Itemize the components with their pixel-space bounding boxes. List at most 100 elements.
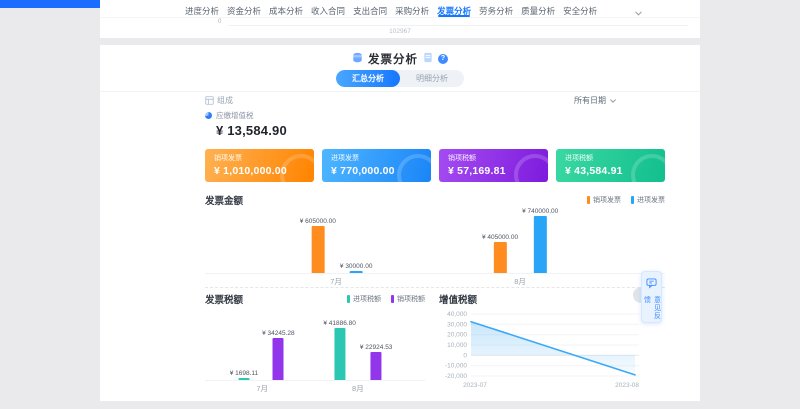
svg-text:-20,000: -20,000 xyxy=(445,373,467,380)
stat-card-value: ¥ 57,169.81 xyxy=(448,165,539,177)
invoice-amount-chart: 发票金额 销项发票进项发票 ¥ 605000.00¥ 30000.007月¥ 4… xyxy=(205,194,665,274)
svg-text:-10,000: -10,000 xyxy=(445,363,467,370)
tab-summary-analysis[interactable]: 汇总分析 xyxy=(336,70,400,87)
bar-value-label: ¥ 405000.00 xyxy=(482,234,518,241)
grid-icon xyxy=(205,96,214,105)
stat-card-label: 进项税额 xyxy=(565,153,656,163)
invoice-amount-plot: ¥ 605000.00¥ 30000.007月¥ 405000.00¥ 7400… xyxy=(205,207,665,274)
invoice-amount-chart-title: 发票金额 xyxy=(205,193,243,207)
legend-label: 销项税额 xyxy=(397,294,425,304)
invoice-amount-legend: 销项发票 进项发票 xyxy=(587,195,665,205)
bar-value-label: ¥ 30000.00 xyxy=(340,263,373,270)
legend-label: 进项发票 xyxy=(637,195,665,205)
invoice-tax-chart: 发票税额 进项税额 销项税额 ¥ 1698.11 ¥ 34245.28 7月 ¥ 418… xyxy=(205,293,425,395)
stat-card-销项税额: 销项税额 ¥ 57,169.81 xyxy=(439,149,548,182)
metric-dot-icon xyxy=(205,112,212,119)
bar-group-8月: ¥ 41886.80¥ 22924.538月 xyxy=(323,320,392,380)
bar-进项税额-8月 xyxy=(334,328,345,380)
invoice-analysis-card: 发票分析 ? 汇总分析 明细分析 组成 所有日期 xyxy=(100,45,700,401)
nav-tab-收入合同[interactable]: 收入合同 xyxy=(311,5,345,17)
tab-detail-analysis[interactable]: 明细分析 xyxy=(400,70,464,87)
stat-card-value: ¥ 770,000.00 xyxy=(331,165,422,177)
title-decor-document-icon xyxy=(423,50,433,68)
view-toggle: 汇总分析 明细分析 xyxy=(336,70,464,87)
top-nav-bar: 进度分析资金分析成本分析收入合同支出合同采购分析发票分析劳务分析质量分析安全分析… xyxy=(100,0,700,38)
nav-tab-发票分析[interactable]: 发票分析 xyxy=(437,5,471,17)
stat-card-进项税额: 进项税额 ¥ 43,584.91 xyxy=(556,149,665,182)
svg-text:20,000: 20,000 xyxy=(447,332,467,339)
bar-group-7月: ¥ 1698.11¥ 34245.287月 xyxy=(230,330,295,381)
stat-card-进项发票: 进项发票 ¥ 770,000.00 xyxy=(322,149,431,182)
bar-column: ¥ 605000.00 xyxy=(300,218,336,273)
chevron-down-icon xyxy=(609,97,617,105)
filter-row: 组成 所有日期 xyxy=(205,93,665,108)
feedback-widget[interactable]: 意见反馈 xyxy=(641,271,662,323)
svg-text:0: 0 xyxy=(463,352,467,359)
svg-text:40,000: 40,000 xyxy=(447,311,467,318)
legend-marker xyxy=(587,196,590,204)
svg-text:2023-08: 2023-08 xyxy=(615,382,639,389)
svg-text:2023-07: 2023-07 xyxy=(463,382,487,389)
nav-tab-成本分析[interactable]: 成本分析 xyxy=(269,5,303,17)
nav-tab-安全分析[interactable]: 安全分析 xyxy=(563,5,597,17)
nav-tab-资金分析[interactable]: 资金分析 xyxy=(227,5,261,17)
bar-group-8月: ¥ 405000.00¥ 740000.008月 xyxy=(482,208,558,273)
bar-进项发票-8月 xyxy=(534,216,547,273)
feedback-widget-label: 意见反馈 xyxy=(642,296,662,322)
nav-tab-支出合同[interactable]: 支出合同 xyxy=(353,5,387,17)
stat-card-label: 销项税额 xyxy=(448,153,539,163)
svg-text:10,000: 10,000 xyxy=(447,342,467,349)
bar-column: ¥ 30000.00 xyxy=(340,263,373,273)
legend-item-进项发票[interactable]: 进项发票 xyxy=(631,195,665,205)
summary-cards-row: 销项发票¥ 1,010,000.00 进项发票 ¥ 770,000.00 销项税额 ¥ … xyxy=(205,149,665,182)
x-axis-label: 7月 xyxy=(256,383,268,394)
nav-tab-质量分析[interactable]: 质量分析 xyxy=(521,5,555,17)
nav-tab-劳务分析[interactable]: 劳务分析 xyxy=(479,5,513,17)
bar-column: ¥ 405000.00 xyxy=(482,234,518,273)
date-filter-dropdown[interactable]: 所有日期 xyxy=(574,95,617,106)
x-axis-label: 8月 xyxy=(352,383,364,394)
vat-payable-metric: 应缴增值税 ¥ 13,584.90 xyxy=(205,110,665,138)
vat-payable-label: 应缴增值税 xyxy=(216,110,254,121)
invoice-tax-legend: 进项税额 销项税额 xyxy=(347,294,425,304)
nav-tab-采购分析[interactable]: 采购分析 xyxy=(395,5,429,17)
page-title: 发票分析 xyxy=(368,51,418,67)
bar-column: ¥ 740000.00 xyxy=(522,208,558,273)
feedback-chat-icon xyxy=(646,276,657,294)
legend-label: 进项税额 xyxy=(353,294,381,304)
vat-payable-value: ¥ 13,584.90 xyxy=(216,123,665,138)
dashed-divider xyxy=(205,287,665,288)
vat-line-chart-title: 增值税额 xyxy=(439,292,477,306)
title-decor-coins-icon xyxy=(352,50,363,68)
bar-value-label: ¥ 22924.53 xyxy=(360,344,393,351)
legend-item-销项税额[interactable]: 销项税额 xyxy=(391,294,425,304)
legend-marker xyxy=(631,196,634,204)
legend-item-销项发票[interactable]: 销项发票 xyxy=(587,195,621,205)
page-title-row: 发票分析 ? xyxy=(100,45,700,66)
help-icon[interactable]: ? xyxy=(438,54,448,64)
bar-进项税额-7月 xyxy=(238,378,249,380)
bar-column: ¥ 34245.28 xyxy=(262,330,295,381)
invoice-tax-plot: ¥ 1698.11¥ 34245.287月¥ 41886.80¥ 22924.5… xyxy=(205,308,425,381)
stat-card-label: 进项发票 xyxy=(331,153,422,163)
bar-column: ¥ 41886.80 xyxy=(323,320,356,380)
legend-marker xyxy=(391,295,394,303)
nav-collapse-chevron-icon[interactable] xyxy=(634,5,643,23)
main-panel: 进度分析资金分析成本分析收入合同支出合同采购分析发票分析劳务分析质量分析安全分析… xyxy=(100,0,700,409)
top-nav-tabs: 进度分析资金分析成本分析收入合同支出合同采购分析发票分析劳务分析质量分析安全分析 xyxy=(100,0,700,18)
bar-销项税额-7月 xyxy=(273,338,284,381)
bar-销项发票-8月 xyxy=(494,242,507,273)
nav-tab-进度分析[interactable]: 进度分析 xyxy=(185,5,219,17)
stat-card-销项发票: 销项发票¥ 1,010,000.00 xyxy=(205,149,314,182)
x-axis-label: 7月 xyxy=(330,276,342,287)
stat-card-value: ¥ 43,584.91 xyxy=(565,165,656,177)
bar-column: ¥ 1698.11 xyxy=(230,370,258,380)
x-axis-label: 8月 xyxy=(514,276,526,287)
stat-card-value: ¥ 1,010,000.00 xyxy=(214,165,305,177)
legend-label: 销项发票 xyxy=(593,195,621,205)
legend-item-进项税额[interactable]: 进项税额 xyxy=(347,294,381,304)
bar-进项发票-7月 xyxy=(350,271,363,273)
bar-value-label: ¥ 605000.00 xyxy=(300,218,336,225)
scrolled-chart-value: 102967 xyxy=(100,28,700,35)
invoice-tax-chart-title: 发票税额 xyxy=(205,292,243,306)
